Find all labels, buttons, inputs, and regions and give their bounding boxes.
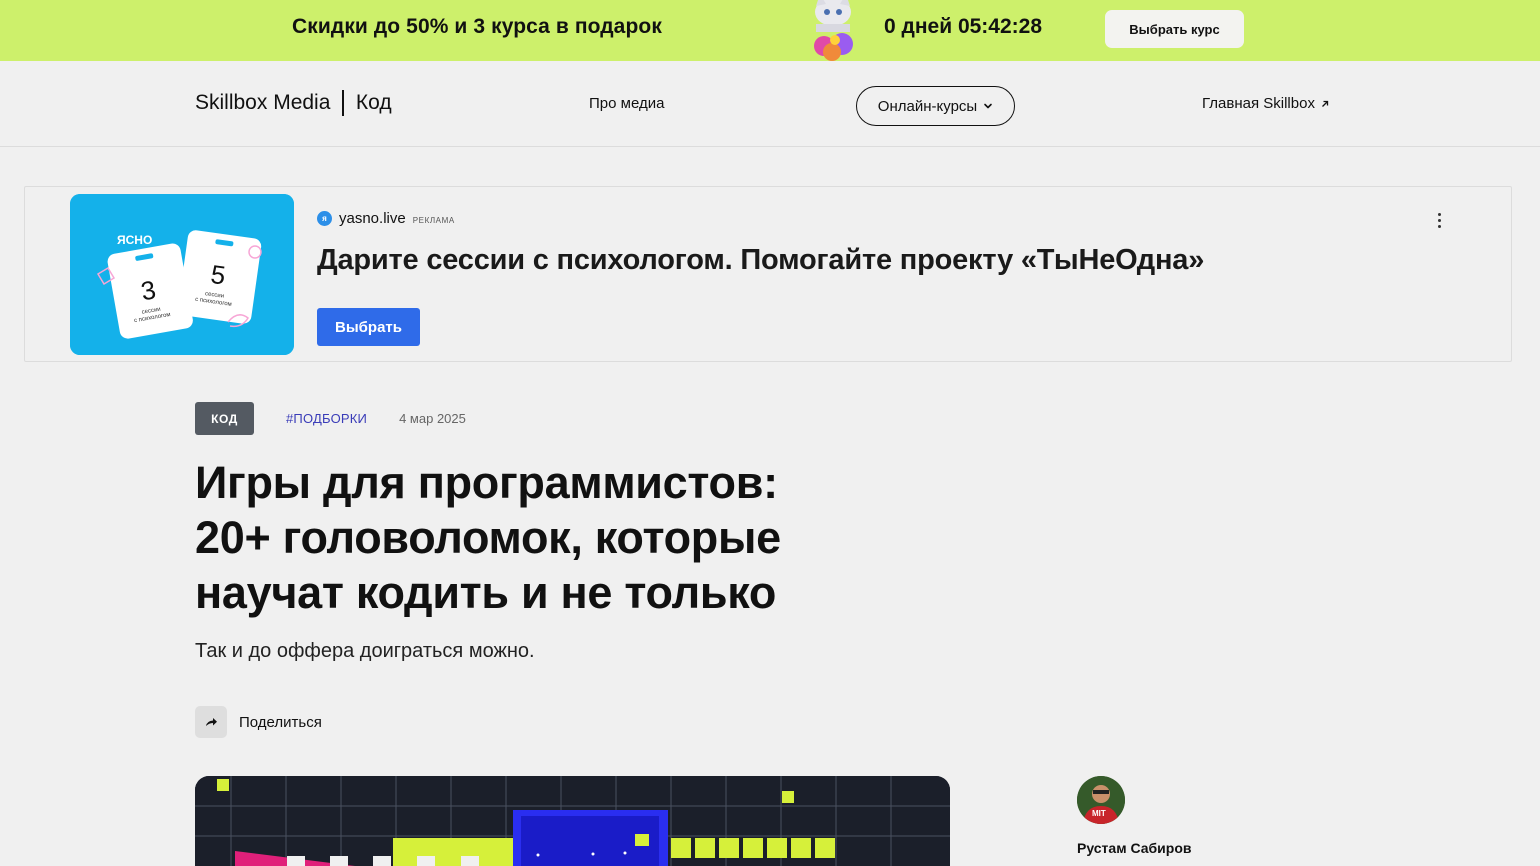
cover-pixel-illustration [195,776,950,866]
logo-divider [342,90,344,116]
article-title-line: 20+ головоломок, которые [195,512,781,563]
publish-date: 4 мар 2025 [399,411,466,426]
choose-course-button[interactable]: Выбрать курс [1105,10,1244,48]
author-name[interactable]: Рустам Сабиров [1077,840,1191,856]
article-title: Игры для программистов: 20+ головоломок,… [195,455,835,620]
share-arrow-icon [195,706,227,738]
ad-block[interactable]: ЯСНО 3 сессии с психологом 5 сессии с пс… [24,186,1512,362]
ad-source[interactable]: я yasno.live РЕКЛАМА [317,210,455,227]
external-arrow-icon [1321,100,1329,107]
section-tag[interactable]: КОД [195,402,254,435]
logo-section: Код [355,91,392,114]
nav-main-skillbox[interactable]: Главная Skillbox [1202,95,1330,112]
yasno-logo-icon: я [317,211,332,226]
article-cover-image [195,776,950,866]
avatar-shirt-text: MIT [1092,809,1106,818]
share-button[interactable]: Поделиться [195,706,322,738]
promo-cat-illustration [814,0,853,61]
promo-text: Скидки до 50% и 3 курса в подарок [292,15,662,38]
article-meta: КОД #ПОДБОРКИ 4 мар 2025 [195,402,466,435]
nav-main-label: Главная Skillbox [1202,95,1315,112]
promo-countdown: 0 дней 05:42:28 [884,15,1043,38]
article-subtitle: Так и до оффера доиграться можно. [195,640,535,662]
share-label: Поделиться [239,713,322,731]
logo-brand: Skillbox Media [195,91,331,114]
hashtag-link[interactable]: #ПОДБОРКИ [286,411,367,426]
site-logo[interactable]: Skillbox Media Код [195,90,392,116]
ad-title[interactable]: Дарите сессии с психологом. Помогайте пр… [317,244,1204,277]
ad-choose-button[interactable]: Выбрать [317,308,420,346]
more-options-icon[interactable] [1429,209,1449,231]
site-header: Skillbox Media Код Про медиа Онлайн-курс… [0,61,1540,147]
nav-online-courses-dropdown[interactable]: Онлайн-курсы [856,86,1015,126]
ad-image[interactable]: ЯСНО 3 сессии с психологом 5 сессии с пс… [70,194,294,355]
article-title-line: научат кодить и не только [195,567,777,618]
article-title-line: Игры для программистов: [195,457,778,508]
chevron-down-icon [984,103,992,109]
promo-banner[interactable]: Скидки до 50% и 3 курса в подарок 0 дней… [0,0,1540,61]
ad-gift-cards-illustration: ЯСНО 3 сессии с психологом 5 сессии с пс… [70,194,294,355]
author-avatar[interactable]: MIT [1077,776,1125,824]
nav-about-media[interactable]: Про медиа [589,95,664,112]
ad-label: РЕКЛАМА [412,215,455,225]
nav-online-courses-label: Онлайн-курсы [877,97,978,115]
ad-source-name: yasno.live [339,210,406,227]
ad-image-brand: ЯСНО [117,233,152,247]
